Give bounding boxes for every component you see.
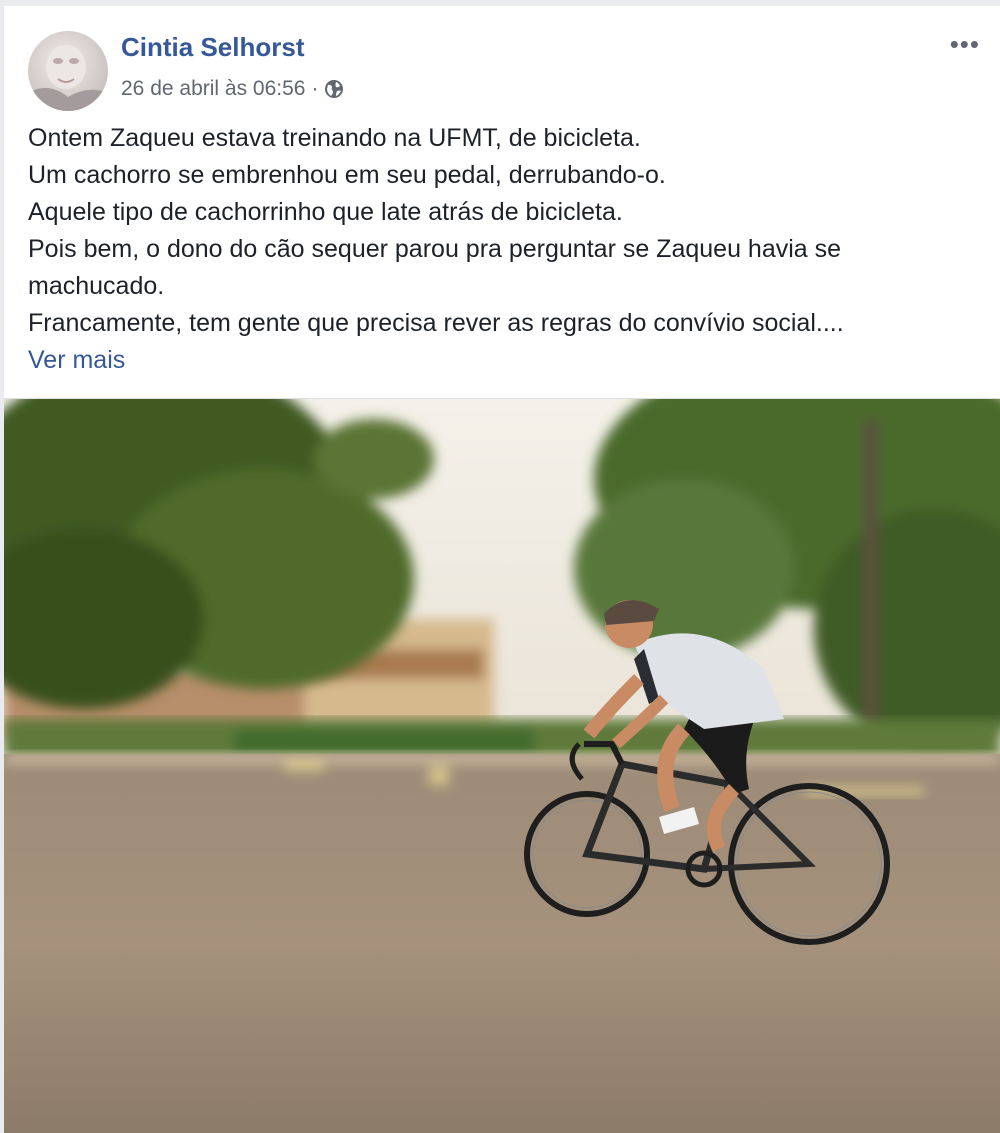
post-text-line: Pois bem, o dono do cão sequer parou pra…	[28, 235, 842, 300]
globe-icon[interactable]	[324, 79, 344, 99]
post-text-line: Aquele tipo de cachorrinho que late atrá…	[28, 198, 623, 226]
post-meta: 26 de abril às 06:56 ·	[121, 76, 344, 102]
see-more-link[interactable]: Ver mais	[28, 346, 125, 374]
post-text: Ontem Zaqueu estava treinando na UFMT, d…	[28, 120, 978, 379]
avatar-image	[28, 45, 108, 111]
cyclist-photo	[4, 399, 1000, 1133]
facebook-post: Cintia Selhorst 26 de abril às 06:56 · •…	[4, 6, 1000, 1133]
author-name[interactable]: Cintia Selhorst	[121, 32, 304, 63]
more-options-button[interactable]: •••	[950, 31, 980, 57]
post-timestamp[interactable]: 26 de abril às 06:56	[121, 77, 305, 101]
post-text-line: Um cachorro se embrenhou em seu pedal, d…	[28, 161, 666, 189]
post-photo[interactable]	[4, 398, 1000, 1133]
post-text-line: Ontem Zaqueu estava treinando na UFMT, d…	[28, 124, 641, 152]
meta-separator: ·	[311, 77, 319, 100]
post-text-line: Francamente, tem gente que precisa rever…	[28, 309, 844, 337]
avatar[interactable]	[28, 31, 108, 111]
